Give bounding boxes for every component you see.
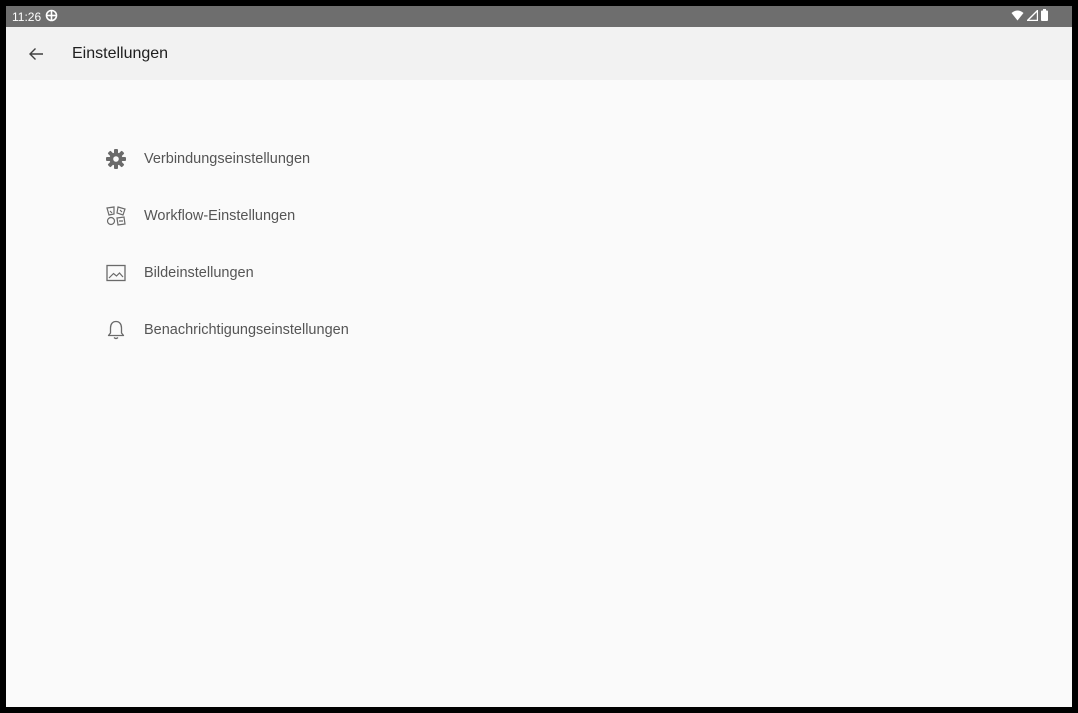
settings-list: Verbindungseinstellungen Workflow-Einste… (6, 130, 1072, 358)
settings-item-connection[interactable]: Verbindungseinstellungen (6, 130, 1072, 187)
app-bar: Einstellungen (6, 27, 1072, 80)
app-window: 11:26 Einstellungen Verbindungseinstellu… (6, 6, 1072, 707)
settings-item-image[interactable]: Bildeinstellungen (6, 244, 1072, 301)
workflow-icon (104, 204, 128, 228)
image-icon (104, 261, 128, 285)
sync-icon (45, 9, 58, 25)
settings-item-label: Workflow-Einstellungen (144, 207, 296, 224)
bell-icon (104, 318, 128, 342)
wifi-icon (1011, 10, 1024, 24)
status-time: 11:26 (12, 9, 42, 24)
status-bar: 11:26 (6, 6, 1072, 27)
gear-icon (104, 147, 128, 171)
status-icons (1011, 8, 1048, 24)
settings-item-workflow[interactable]: Workflow-Einstellungen (6, 187, 1072, 244)
signal-icon (1025, 8, 1039, 24)
back-button[interactable] (6, 27, 66, 80)
battery-icon (1041, 9, 1048, 24)
arrow-left-icon (29, 47, 43, 60)
settings-item-label: Bildeinstellungen (144, 264, 254, 281)
settings-item-label: Benachrichtigungseinstellungen (144, 321, 349, 338)
settings-item-notifications[interactable]: Benachrichtigungseinstellungen (6, 301, 1072, 358)
settings-item-label: Verbindungseinstellungen (144, 150, 311, 167)
page-title: Einstellungen (72, 44, 169, 62)
